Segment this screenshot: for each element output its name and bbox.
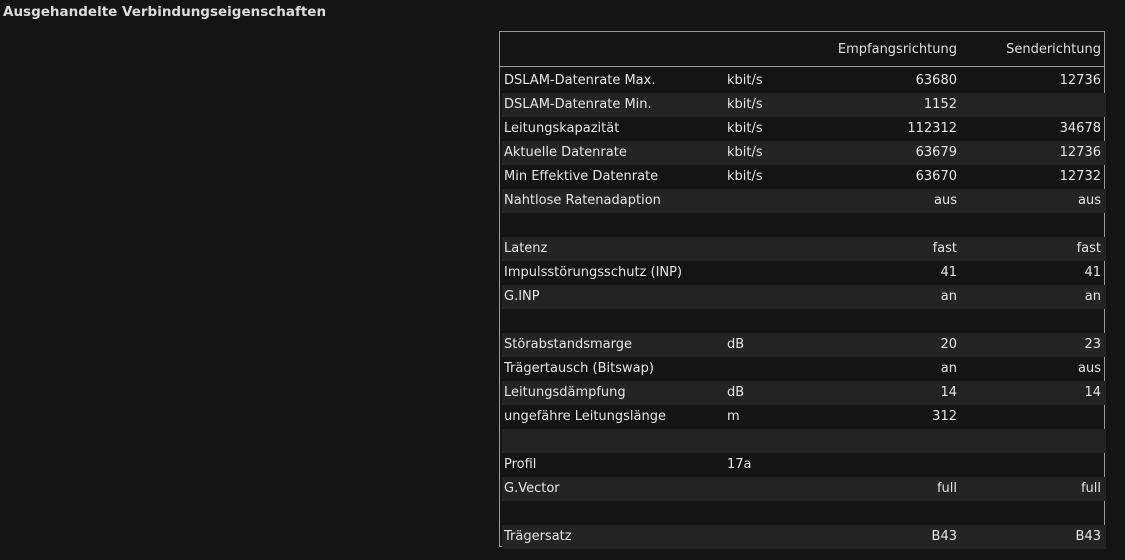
- row-upstream-value: 14: [1084, 385, 1101, 400]
- row-label: G.INP: [504, 289, 540, 304]
- row-downstream-value: 63679: [915, 145, 957, 160]
- table-row: G.INP an an: [502, 285, 1106, 309]
- row-label: ungefähre Leitungslänge: [504, 409, 666, 424]
- row-downstream-value: fast: [932, 241, 957, 256]
- row-unit: 17a: [727, 457, 752, 472]
- row-label: Trägertausch (Bitswap): [504, 361, 654, 376]
- row-downstream-value: an: [940, 289, 957, 304]
- row-downstream-value: 112312: [907, 121, 957, 136]
- table-body: DSLAM-Datenrate Max. kbit/s 63680 12736 DSLA…: [502, 69, 1106, 549]
- row-downstream-value: full: [936, 481, 957, 496]
- row-upstream-value: 34678: [1059, 121, 1101, 136]
- row-label: Latenz: [504, 241, 548, 256]
- table-row: Trägertausch (Bitswap) an aus: [502, 357, 1106, 381]
- row-upstream-value: 12732: [1059, 169, 1101, 184]
- table-row: [502, 501, 1106, 525]
- table-row: Leitungskapazität kbit/s 112312 34678: [502, 117, 1106, 141]
- row-downstream-value: 41: [940, 265, 957, 280]
- table-row: Impulsstörungsschutz (INP) 41 41: [502, 261, 1106, 285]
- table-row: Leitungsdämpfung dB 14 14: [502, 381, 1106, 405]
- row-label: DSLAM-Datenrate Min.: [504, 97, 652, 112]
- row-label: Profil: [504, 457, 537, 472]
- table-row: Nahtlose Ratenadaption aus aus: [502, 189, 1106, 213]
- row-downstream-value: 14: [940, 385, 957, 400]
- row-label: Trägersatz: [504, 529, 572, 544]
- row-label: Nahtlose Ratenadaption: [504, 193, 661, 208]
- row-upstream-value: 23: [1084, 337, 1101, 352]
- row-upstream-value: an: [1084, 289, 1101, 304]
- table-row: G.Vector full full: [502, 477, 1106, 501]
- row-label: Leitungskapazität: [504, 121, 620, 136]
- section-title: Ausgehandelte Verbindungseigenschaften: [3, 4, 327, 20]
- table-header-row: Empfangsrichtung Senderichtung: [500, 32, 1104, 67]
- row-label: Leitungsdämpfung: [504, 385, 626, 400]
- table-row: Min Effektive Datenrate kbit/s 63670 12732: [502, 165, 1106, 189]
- row-downstream-value: an: [940, 361, 957, 376]
- row-downstream-value: 312: [932, 409, 957, 424]
- row-downstream-value: 63680: [915, 73, 957, 88]
- row-upstream-value: 12736: [1059, 73, 1101, 88]
- table-row: [502, 309, 1106, 333]
- row-label: Min Effektive Datenrate: [504, 169, 659, 184]
- row-unit: kbit/s: [727, 145, 763, 160]
- table-row: Störabstandsmarge dB 20 23: [502, 333, 1106, 357]
- table-row: Profil 17a: [502, 453, 1106, 477]
- table-row: Latenz fast fast: [502, 237, 1106, 261]
- row-upstream-value: 12736: [1059, 145, 1101, 160]
- table-row: Aktuelle Datenrate kbit/s 63679 12736: [502, 141, 1106, 165]
- table-row: DSLAM-Datenrate Min. kbit/s 1152: [502, 93, 1106, 117]
- row-upstream-value: aus: [1078, 361, 1101, 376]
- row-unit: m: [727, 409, 740, 424]
- header-downstream: Empfangsrichtung: [837, 42, 957, 57]
- row-downstream-value: aus: [934, 193, 957, 208]
- table-row: Trägersatz B43 B43: [502, 525, 1106, 549]
- row-upstream-value: B43: [1075, 529, 1101, 544]
- row-unit: kbit/s: [727, 73, 763, 88]
- row-upstream-value: aus: [1078, 193, 1101, 208]
- row-label: G.Vector: [504, 481, 560, 496]
- row-label: DSLAM-Datenrate Max.: [504, 73, 656, 88]
- row-unit: kbit/s: [727, 121, 763, 136]
- row-unit: kbit/s: [727, 169, 763, 184]
- row-downstream-value: 20: [940, 337, 957, 352]
- header-upstream: Senderichtung: [1006, 42, 1101, 57]
- row-unit: dB: [727, 337, 745, 352]
- row-downstream-value: 63670: [915, 169, 957, 184]
- connection-properties-table: Empfangsrichtung Senderichtung DSLAM-Dat…: [499, 31, 1106, 549]
- row-downstream-value: B43: [931, 529, 957, 544]
- row-unit: kbit/s: [727, 97, 763, 112]
- table-row: DSLAM-Datenrate Max. kbit/s 63680 12736: [502, 69, 1106, 93]
- row-upstream-value: 41: [1084, 265, 1101, 280]
- row-label: Impulsstörungsschutz (INP): [504, 265, 683, 280]
- row-unit: dB: [727, 385, 745, 400]
- row-label: Aktuelle Datenrate: [504, 145, 627, 160]
- table-row: [502, 213, 1106, 237]
- row-upstream-value: full: [1080, 481, 1101, 496]
- row-label: Störabstandsmarge: [504, 337, 632, 352]
- row-upstream-value: fast: [1076, 241, 1101, 256]
- row-downstream-value: 1152: [923, 97, 957, 112]
- table-row: ungefähre Leitungslänge m 312: [502, 405, 1106, 429]
- table-row: [502, 429, 1106, 453]
